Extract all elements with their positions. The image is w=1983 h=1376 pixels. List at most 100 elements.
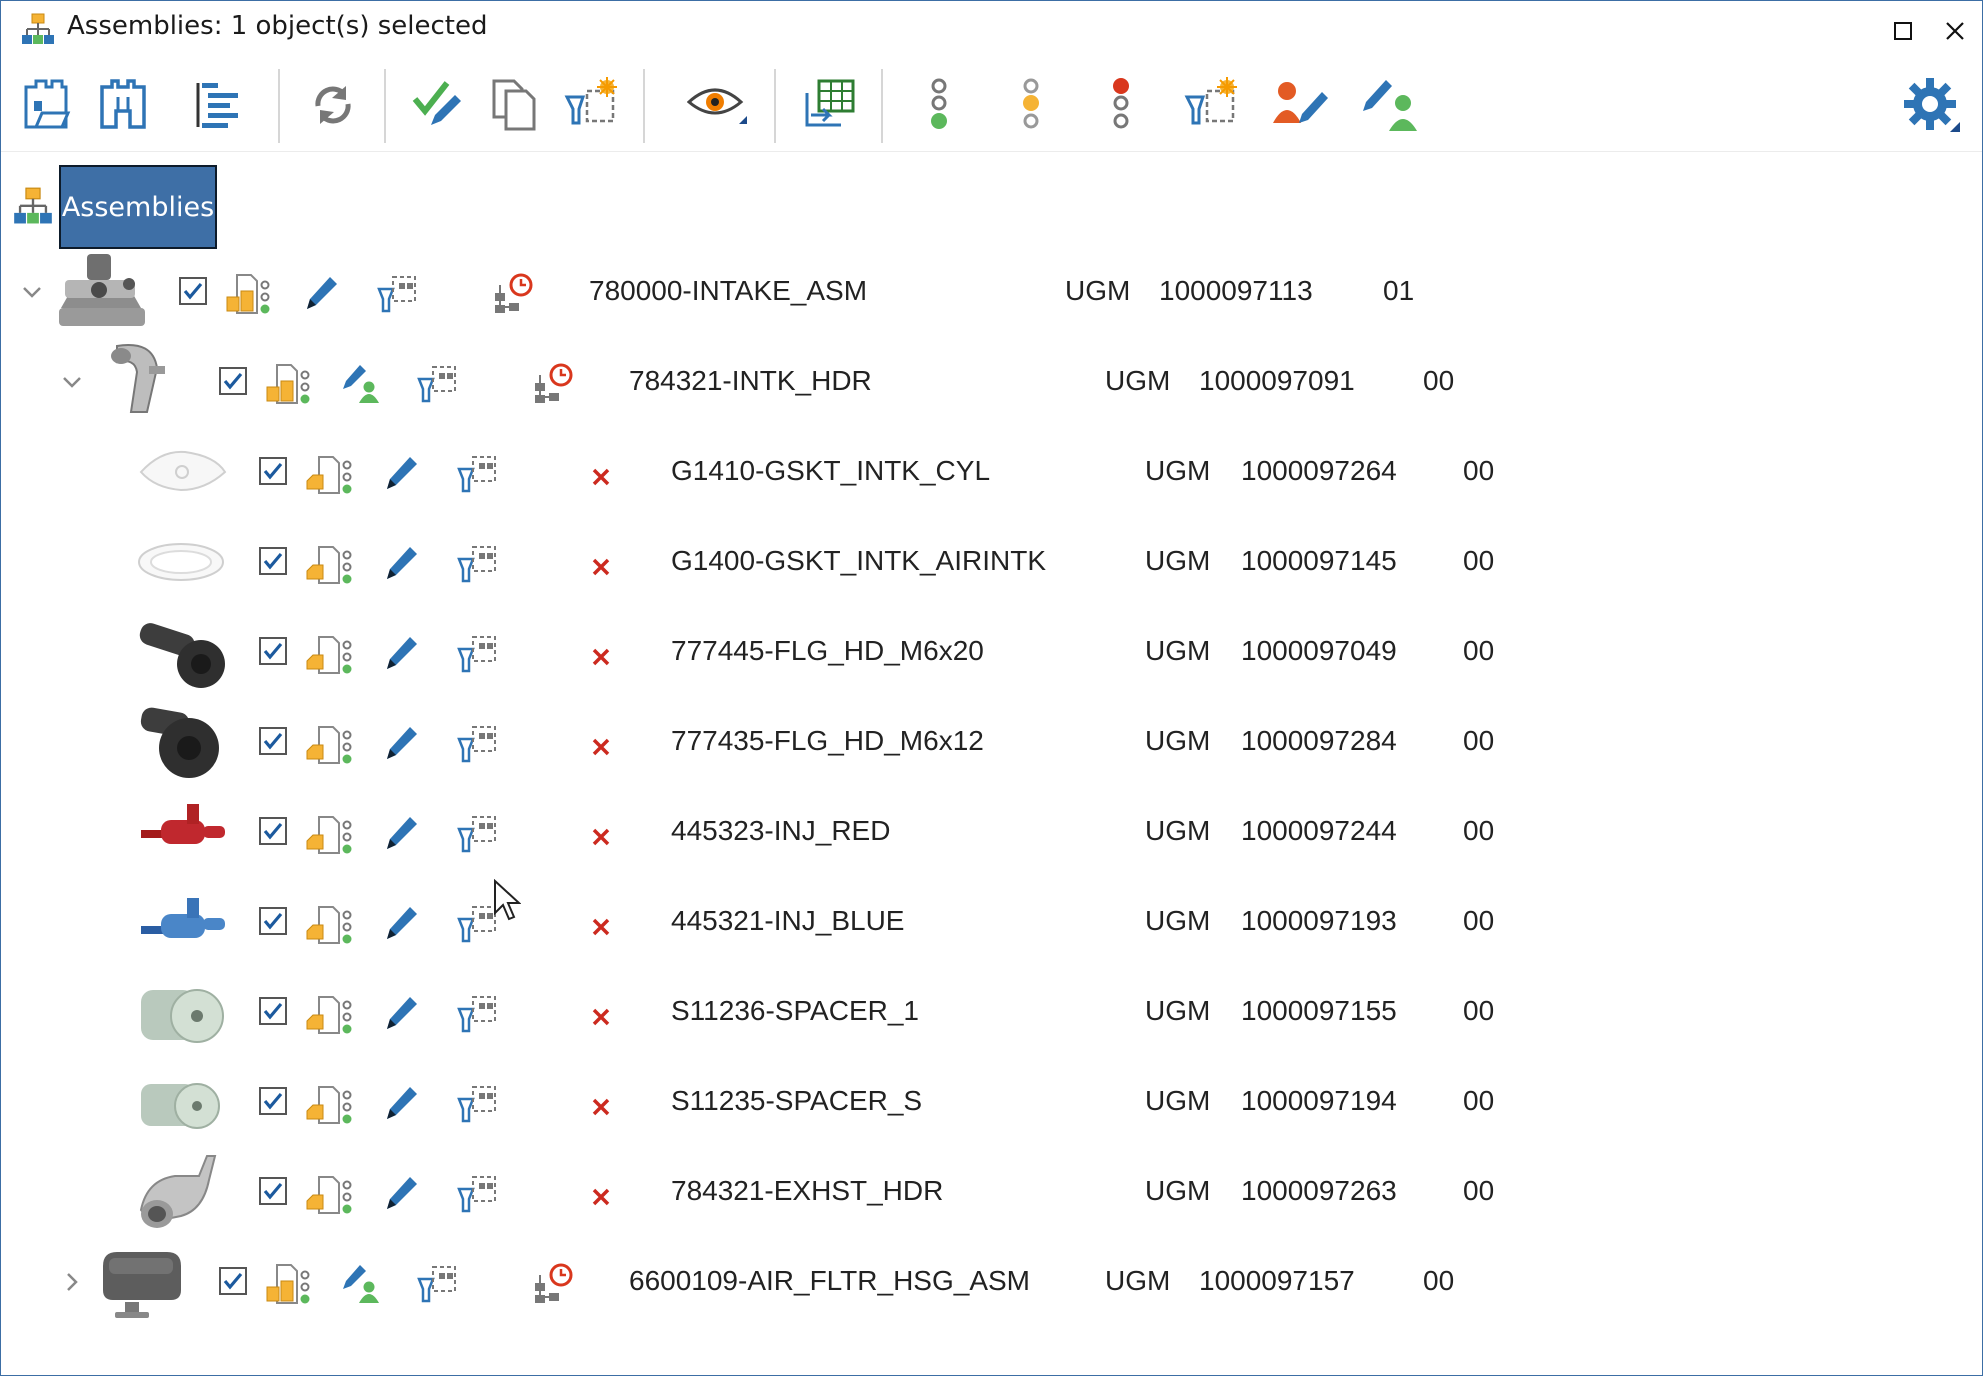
edit-pencil-icon[interactable] <box>381 723 429 767</box>
part-name[interactable]: 784321-EXHST_HDR <box>671 1175 943 1207</box>
user-edit-icon[interactable] <box>341 363 389 407</box>
export-table-icon[interactable] <box>801 75 861 135</box>
document-status-icon[interactable] <box>303 811 352 855</box>
edit-pencil-icon[interactable] <box>301 273 349 317</box>
configuration-icon[interactable] <box>455 451 503 495</box>
tree-view-icon[interactable] <box>189 75 249 135</box>
refresh-icon[interactable] <box>303 75 363 135</box>
row-checkbox[interactable] <box>259 727 287 755</box>
copy-icon[interactable] <box>485 75 545 135</box>
breadcrumb-assemblies[interactable]: Assemblies <box>59 165 217 249</box>
part-name[interactable]: 784321-INTK_HDR <box>629 365 872 397</box>
document-status-icon[interactable] <box>303 541 352 585</box>
tree-row[interactable]: S11236-SPACER_1 UGM 1000097155 00 <box>1 967 1982 1057</box>
tree-row[interactable]: 784321-INTK_HDR UGM 1000097091 00 <box>1 337 1982 427</box>
close-button[interactable] <box>1935 11 1975 51</box>
edit-pencil-icon[interactable] <box>381 543 429 587</box>
edit-pencil-icon[interactable] <box>381 633 429 677</box>
maximize-button[interactable] <box>1883 11 1923 51</box>
tree-row[interactable]: G1410-GSKT_INTK_CYL UGM 1000097264 00 <box>1 427 1982 517</box>
part-name[interactable]: 777445-FLG_HD_M6x20 <box>671 635 984 667</box>
tree-row[interactable]: 784321-EXHST_HDR UGM 1000097263 00 <box>1 1147 1982 1237</box>
configuration-icon[interactable] <box>455 1171 503 1215</box>
remove-x-icon[interactable] <box>589 915 637 959</box>
remove-x-icon[interactable] <box>589 1005 637 1049</box>
collapse-chevron-icon[interactable] <box>19 279 45 305</box>
new-variant-icon[interactable] <box>561 75 621 135</box>
part-name[interactable]: 445321-INJ_BLUE <box>671 905 904 937</box>
edit-pencil-icon[interactable] <box>381 1173 429 1217</box>
settings-gear-icon[interactable] <box>1901 75 1961 135</box>
binoculars-icon[interactable] <box>93 75 153 135</box>
remove-x-icon[interactable] <box>589 1095 637 1139</box>
new-config-icon[interactable] <box>1181 75 1241 135</box>
row-checkbox[interactable] <box>259 907 287 935</box>
tree-row[interactable]: 445323-INJ_RED UGM 1000097244 00 <box>1 787 1982 877</box>
remove-x-icon[interactable] <box>589 825 637 869</box>
pending-schedule-icon[interactable] <box>531 1261 579 1305</box>
row-checkbox[interactable] <box>259 817 287 845</box>
row-checkbox[interactable] <box>179 277 207 305</box>
tree-row[interactable]: 777435-FLG_HD_M6x12 UGM 1000097284 00 <box>1 697 1982 787</box>
pending-schedule-icon[interactable] <box>531 361 579 405</box>
part-name[interactable]: S11235-SPACER_S <box>671 1085 922 1117</box>
remove-x-icon[interactable] <box>589 645 637 689</box>
document-status-icon[interactable] <box>303 1171 352 1215</box>
part-name[interactable]: G1410-GSKT_INTK_CYL <box>671 455 990 487</box>
row-checkbox[interactable] <box>259 457 287 485</box>
status-green-icon[interactable] <box>909 75 969 135</box>
document-status-icon[interactable] <box>223 271 271 315</box>
part-name[interactable]: 777435-FLG_HD_M6x12 <box>671 725 984 757</box>
check-edit-icon[interactable] <box>407 75 467 135</box>
view-eye-icon[interactable] <box>687 75 747 135</box>
row-checkbox[interactable] <box>259 1087 287 1115</box>
part-name[interactable]: 445323-INJ_RED <box>671 815 890 847</box>
part-name[interactable]: S11236-SPACER_1 <box>671 995 919 1027</box>
status-yellow-icon[interactable] <box>1001 75 1061 135</box>
edit-pencil-icon[interactable] <box>381 453 429 497</box>
remove-x-icon[interactable] <box>589 465 637 509</box>
edit-pencil-icon[interactable] <box>381 993 429 1037</box>
collapse-chevron-icon[interactable] <box>59 369 85 395</box>
tree-row[interactable]: G1400-GSKT_INTK_AIRINTK UGM 1000097145 00 <box>1 517 1982 607</box>
tree-row[interactable]: 6600109-AIR_FLTR_HSG_ASM UGM 1000097157 00 <box>1 1237 1982 1327</box>
configuration-icon[interactable] <box>415 361 463 405</box>
user-edit-green-icon[interactable] <box>1361 75 1421 135</box>
row-checkbox[interactable] <box>259 997 287 1025</box>
row-checkbox[interactable] <box>259 1177 287 1205</box>
configuration-icon[interactable] <box>455 991 503 1035</box>
edit-pencil-icon[interactable] <box>381 1083 429 1127</box>
document-status-icon[interactable] <box>303 631 352 675</box>
part-name[interactable]: 780000-INTAKE_ASM <box>589 275 867 307</box>
part-name[interactable]: G1400-GSKT_INTK_AIRINTK <box>671 545 1046 577</box>
document-status-icon[interactable] <box>303 901 352 945</box>
tree-row[interactable]: 445321-INJ_BLUE UGM 1000097193 00 <box>1 877 1982 967</box>
remove-x-icon[interactable] <box>589 735 637 779</box>
document-status-icon[interactable] <box>303 451 352 495</box>
open-assembly-icon[interactable] <box>17 75 77 135</box>
edit-pencil-icon[interactable] <box>381 813 429 857</box>
expand-chevron-icon[interactable] <box>59 1269 85 1295</box>
part-name[interactable]: 6600109-AIR_FLTR_HSG_ASM <box>629 1265 1030 1297</box>
document-status-icon[interactable] <box>263 1261 311 1305</box>
configuration-icon[interactable] <box>455 1081 503 1125</box>
configuration-icon[interactable] <box>455 631 503 675</box>
user-edit-icon[interactable] <box>341 1263 389 1307</box>
document-status-icon[interactable] <box>303 1081 352 1125</box>
tree-row[interactable]: 777445-FLG_HD_M6x20 UGM 1000097049 00 <box>1 607 1982 697</box>
configuration-icon[interactable] <box>455 721 503 765</box>
configuration-icon[interactable] <box>455 541 503 585</box>
edit-pencil-icon[interactable] <box>381 903 429 947</box>
tree-row[interactable]: 780000-INTAKE_ASM UGM 1000097113 01 <box>1 247 1982 337</box>
remove-x-icon[interactable] <box>589 555 637 599</box>
row-checkbox[interactable] <box>259 547 287 575</box>
configuration-icon[interactable] <box>375 271 423 315</box>
configuration-icon[interactable] <box>415 1261 463 1305</box>
document-status-icon[interactable] <box>303 991 352 1035</box>
document-status-icon[interactable] <box>303 721 352 765</box>
configuration-icon[interactable] <box>455 811 503 855</box>
row-checkbox[interactable] <box>219 1267 247 1295</box>
document-status-icon[interactable] <box>263 361 311 405</box>
row-checkbox[interactable] <box>259 637 287 665</box>
pending-schedule-icon[interactable] <box>491 271 539 315</box>
